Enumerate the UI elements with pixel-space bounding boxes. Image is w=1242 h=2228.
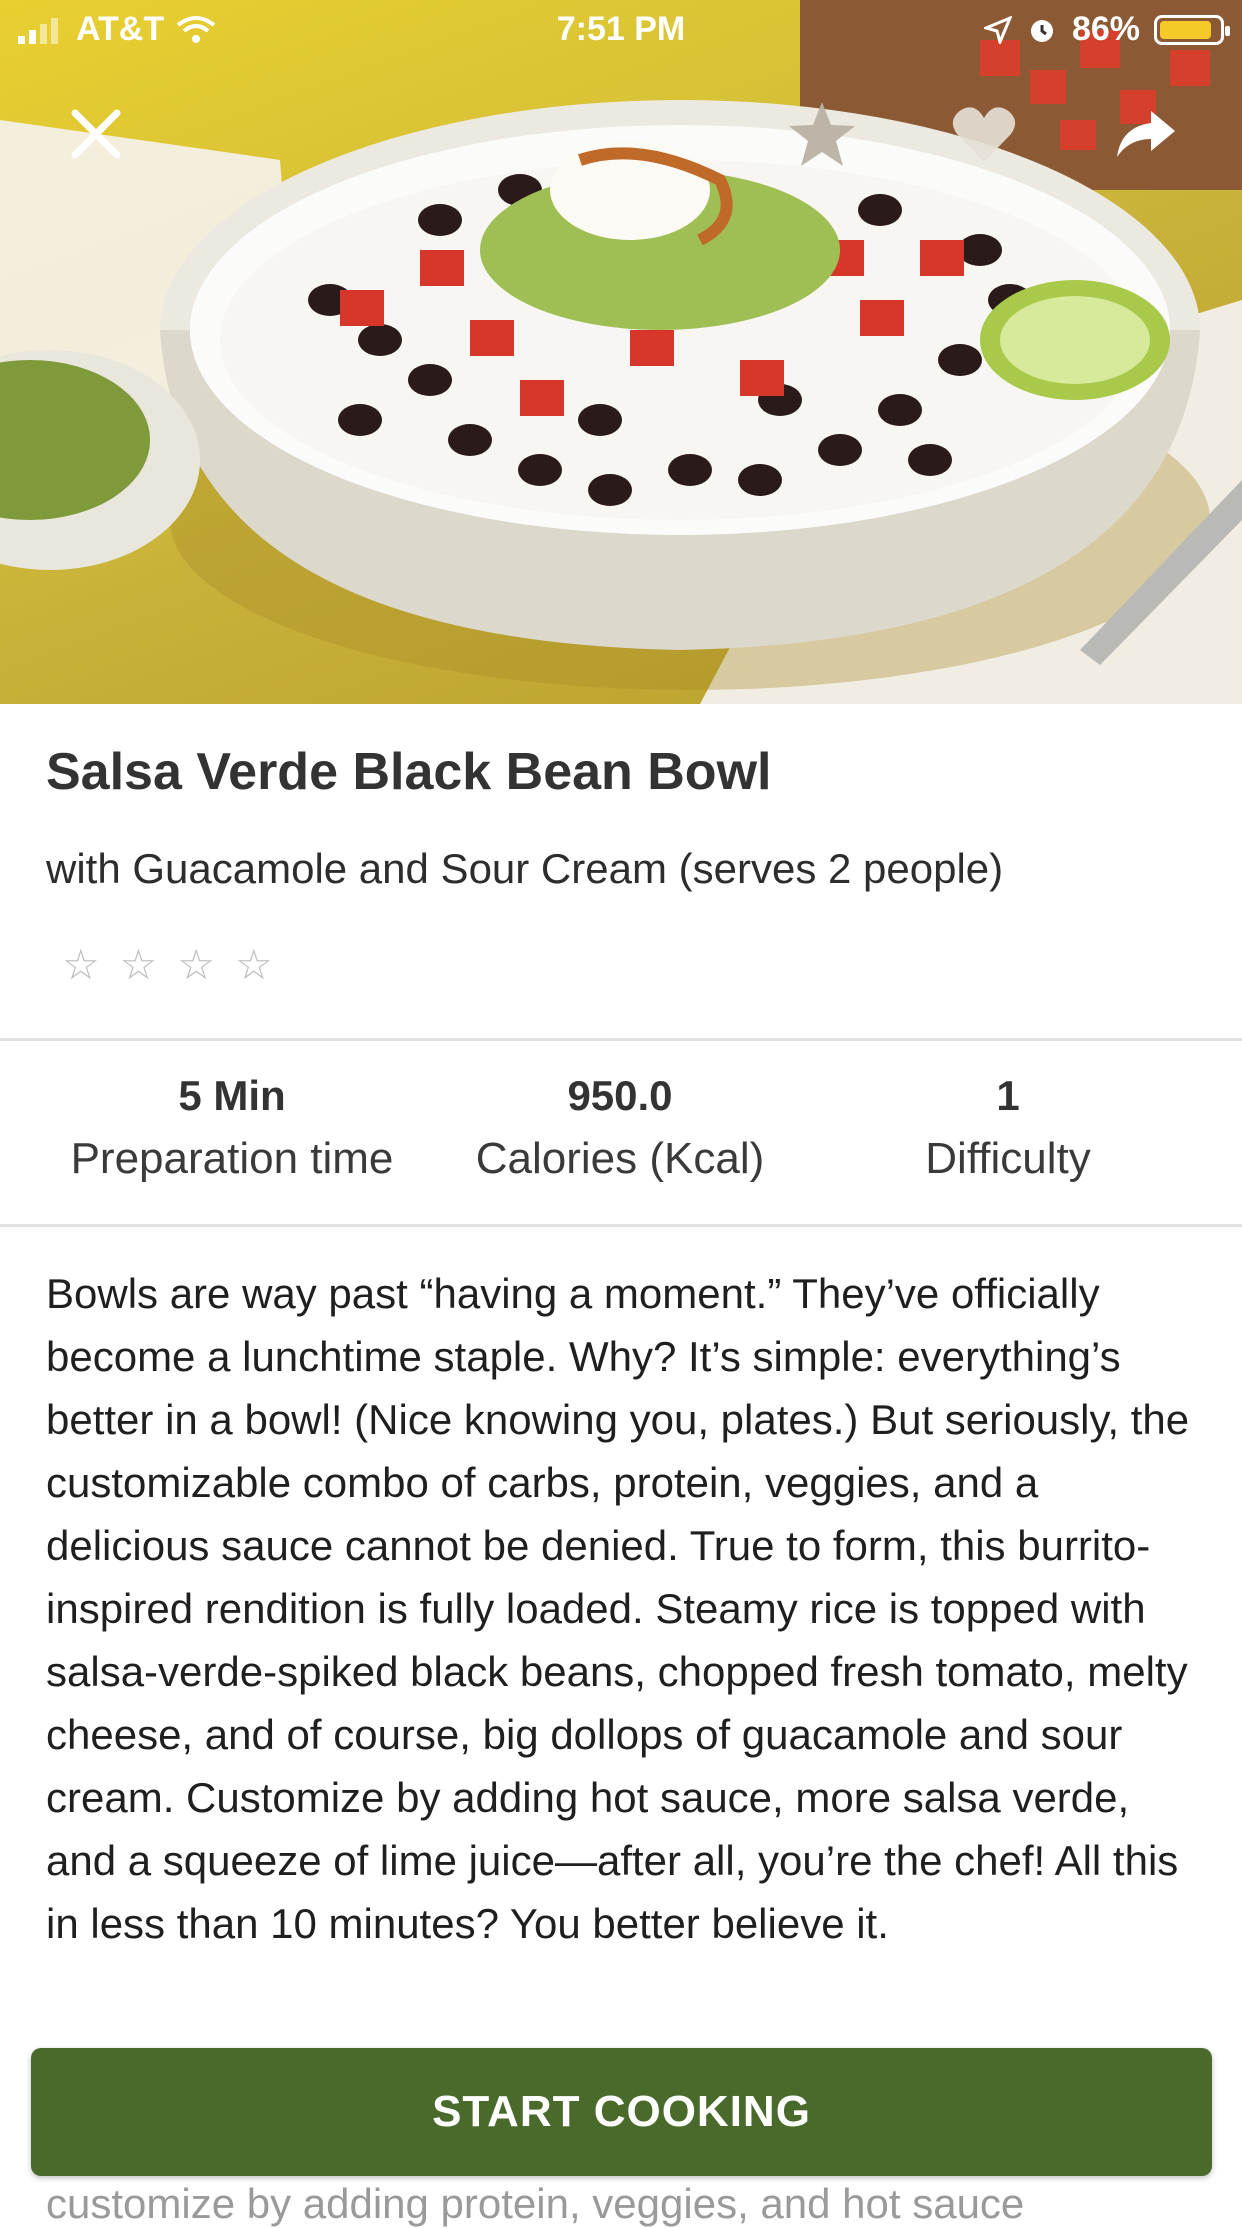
battery-icon [1154, 14, 1230, 45]
close-button[interactable] [54, 92, 138, 176]
status-bar: AT&T 7:51 PM 86% [0, 0, 1242, 62]
battery-percent: 86% [1071, 10, 1140, 48]
location-arrow-icon [983, 15, 1012, 44]
divider [0, 1224, 1242, 1227]
rating-star-2-icon[interactable]: ☆ [120, 944, 158, 986]
description-continued: customize by adding protein, veggies, an… [46, 2180, 1025, 2227]
favorite-star-button[interactable] [780, 92, 864, 176]
recipe-title: Salsa Verde Black Bean Bowl [46, 743, 772, 801]
rating-star-1-icon[interactable]: ☆ [62, 944, 100, 986]
star-icon [789, 102, 855, 166]
share-button[interactable] [1104, 92, 1188, 176]
like-button[interactable] [942, 92, 1026, 176]
share-icon [1117, 111, 1175, 157]
recipe-description: Bowls are way past “having a moment.” Th… [46, 1270, 1190, 1947]
stat-value: 1 [996, 1072, 1020, 1119]
heart-icon [952, 107, 1016, 162]
stat-label: Difficulty [925, 1134, 1091, 1183]
stat-value: 950.0 [567, 1072, 673, 1119]
stat-prep-time: 5 Min Preparation time [32, 1072, 432, 1184]
start-cooking-button[interactable]: START COOKING [31, 2048, 1212, 2176]
stat-value: 5 Min [178, 1072, 286, 1119]
rating-stars[interactable]: ☆ ☆ ☆ ☆ [62, 944, 273, 986]
food-photo [0, 0, 1242, 704]
stat-label: Calories (Kcal) [475, 1134, 765, 1183]
divider [0, 1038, 1242, 1041]
close-icon [71, 109, 121, 159]
recipe-hero-image: AT&T 7:51 PM 86% [0, 0, 1242, 704]
recipe-subtitle: with Guacamole and Sour Cream (serves 2 … [46, 845, 1004, 892]
status-right: 86% [983, 10, 1230, 49]
stat-difficulty: 1 Difficulty [808, 1072, 1208, 1184]
rating-star-4-icon[interactable]: ☆ [235, 944, 273, 986]
rating-star-3-icon[interactable]: ☆ [177, 944, 215, 986]
stat-label: Preparation time [70, 1134, 394, 1183]
alarm-clock-icon [1030, 19, 1053, 42]
stat-calories: 950.0 Calories (Kcal) [420, 1072, 820, 1184]
